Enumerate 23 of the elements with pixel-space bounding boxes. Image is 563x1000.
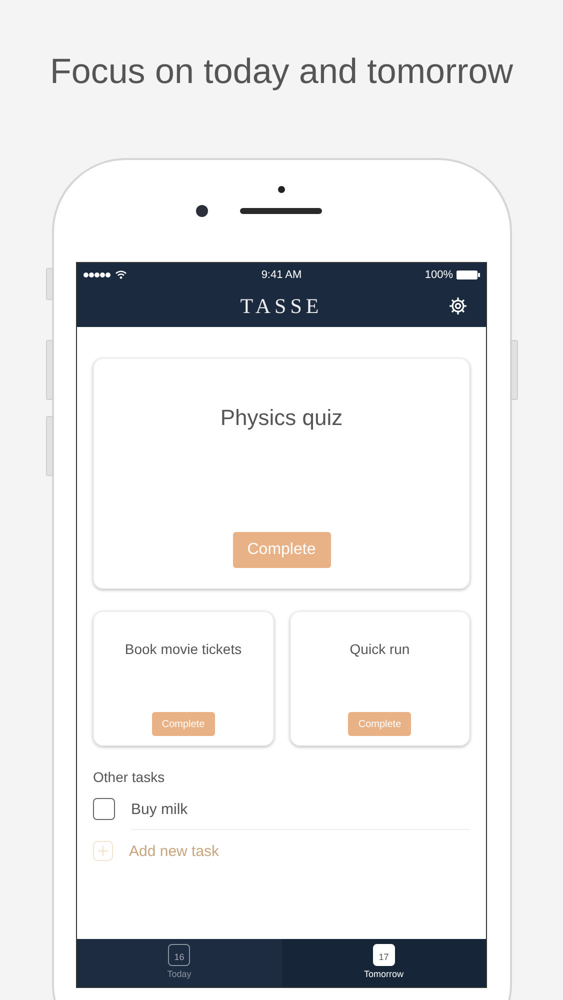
- task-title: Physics quiz: [220, 405, 343, 431]
- status-time: 9:41 AM: [261, 268, 302, 280]
- complete-button[interactable]: Complete: [348, 712, 412, 736]
- section-heading: Other tasks: [93, 769, 166, 785]
- headline: Focus on today and tomorrow: [48, 51, 514, 93]
- calendar-icon: 16: [168, 944, 190, 966]
- camera-icon: [196, 205, 208, 217]
- calendar-icon: 17: [372, 944, 395, 966]
- sensor-dot: [278, 186, 285, 193]
- task-title: Quick run: [350, 641, 410, 657]
- app-title: TASSE: [240, 294, 323, 319]
- new-task-field[interactable]: Add new task: [129, 842, 329, 860]
- signal-icon: [83, 272, 111, 278]
- tab[interactable]: 17 Tomorrow: [282, 939, 486, 987]
- wifi-icon: [115, 270, 127, 279]
- checkbox[interactable]: [93, 798, 115, 820]
- battery-icon: [456, 270, 480, 280]
- settings-icon[interactable]: [448, 296, 468, 316]
- task-title: Book movie tickets: [124, 641, 242, 657]
- complete-button[interactable]: Complete: [152, 712, 215, 736]
- complete-button[interactable]: Complete: [232, 532, 330, 568]
- battery-percent: 100%: [424, 268, 453, 280]
- task-label: Buy milk: [131, 800, 188, 818]
